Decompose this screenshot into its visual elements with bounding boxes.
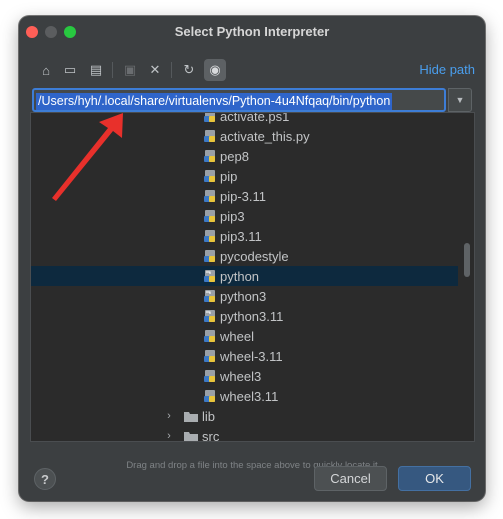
path-history-dropdown[interactable]: ▼ [448,88,472,112]
ok-button[interactable]: OK [398,466,471,491]
tree-row-label: wheel-3.11 [220,348,283,364]
python-file-icon [203,129,217,143]
toolbar: ⌂ ▭ ▤ ▣ ✕ ↻ ◉ Hide path [35,59,475,81]
chevron-right-icon[interactable]: › [163,430,175,441]
path-input[interactable]: /Users/hyh/.local/share/virtualenvs/Pyth… [32,88,446,112]
tree-row-activate-ps1[interactable]: activate.ps1 [31,112,458,126]
select-interpreter-dialog: Select Python Interpreter ⌂ ▭ ▤ ▣ ✕ ↻ ◉ … [19,16,485,501]
tree-row-label: wheel [220,328,254,344]
tree-row-pycodestyle[interactable]: pycodestyle [31,246,458,266]
tree-row-label: pip3 [220,208,245,224]
tree-row-folder-lib[interactable]: › lib [31,406,458,426]
title-bar: Select Python Interpreter [19,16,485,46]
python-link-file-icon [203,289,217,303]
tree-row-wheel3[interactable]: wheel3 [31,366,458,386]
tree-row-label: wheel3 [220,368,262,384]
path-row: /Users/hyh/.local/share/virtualenvs/Pyth… [32,88,472,112]
tree-row-activate-this[interactable]: activate_this.py [31,126,458,146]
toolbar-separator [171,62,172,78]
desktop-icon[interactable]: ▭ [59,59,81,81]
tree-row-pip[interactable]: pip [31,166,458,186]
scrollbar-thumb[interactable] [464,243,470,277]
folder-icon [183,409,198,423]
tree-row-wheel[interactable]: wheel [31,326,458,346]
home-icon[interactable]: ⌂ [35,59,57,81]
chevron-down-icon: ▼ [455,95,465,105]
help-button[interactable]: ? [34,468,56,490]
hide-path-link[interactable]: Hide path [419,62,475,77]
delete-icon[interactable]: ✕ [144,59,166,81]
path-input-value: /Users/hyh/.local/share/virtualenvs/Pyth… [36,93,393,110]
tree-row-pip-3-11[interactable]: pip-3.11 [31,186,458,206]
python-file-icon [203,369,217,383]
python-link-file-icon [203,309,217,323]
tree-row-label: pip3.11 [220,228,262,244]
tree-row-label: python [220,268,260,284]
tree-row-wheel3-11[interactable]: wheel3.11 [31,386,458,406]
tree-row-label: pycodestyle [220,248,289,264]
tree-row-label: python3.11 [220,308,284,324]
vertical-scrollbar[interactable] [461,113,473,441]
python-file-icon [203,189,217,203]
toolbar-separator [112,62,113,78]
file-tree[interactable]: activate.ps1 activate_this.py pep8 pip p… [30,112,475,442]
tree-row-label: activate.ps1 [220,112,290,124]
tree-row-label: pip-3.11 [220,188,267,204]
tree-row-python3-11[interactable]: python3.11 [31,306,458,326]
dialog-title: Select Python Interpreter [174,24,330,39]
tree-row-label: wheel3.11 [220,388,279,404]
tree-row-pip3-11[interactable]: pip3.11 [31,226,458,246]
python-file-icon [203,389,217,403]
tree-row-label: lib [202,408,216,424]
file-script-icon [203,113,217,123]
chevron-right-icon[interactable]: › [163,410,175,422]
python-link-file-icon [203,269,217,283]
folder-icon [183,429,198,441]
python-file-icon [203,329,217,343]
tree-row-pip3[interactable]: pip3 [31,206,458,226]
project-folder-icon[interactable]: ▤ [85,59,107,81]
refresh-icon[interactable]: ↻ [178,59,200,81]
tree-row-label: python3 [220,288,267,304]
tree-row-label: pip [220,168,238,184]
python-file-icon [203,349,217,363]
new-folder-icon[interactable]: ▣ [119,59,141,81]
cancel-button[interactable]: Cancel [314,466,387,491]
python-file-icon [203,149,217,163]
python-file-icon [203,229,217,243]
tree-row-label: activate_this.py [220,128,310,144]
show-hidden-files-icon[interactable]: ◉ [204,59,226,81]
python-file-icon [203,209,217,223]
tree-row-folder-src[interactable]: › src [31,426,458,442]
python-file-icon [203,249,217,263]
tree-row-pep8[interactable]: pep8 [31,146,458,166]
python-file-icon [203,169,217,183]
tree-row-python-selected[interactable]: python [31,266,458,286]
tree-row-label: pep8 [220,148,249,164]
tree-row-wheel-3-11[interactable]: wheel-3.11 [31,346,458,366]
tree-row-python3[interactable]: python3 [31,286,458,306]
tree-row-label: src [202,428,220,442]
